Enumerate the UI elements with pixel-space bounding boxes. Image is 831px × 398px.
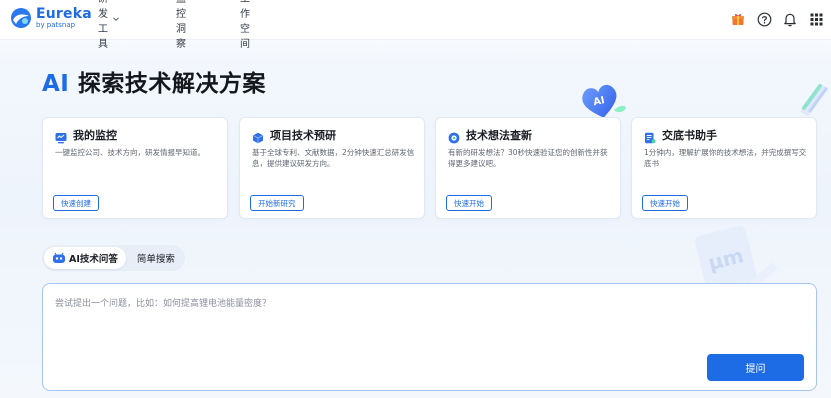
ai-heart-decoration: AI bbox=[578, 80, 628, 122]
chevron-down-icon bbox=[112, 15, 120, 26]
research-cube-icon bbox=[252, 129, 264, 144]
idea-check-icon bbox=[448, 129, 460, 144]
start-research-button[interactable]: 开始新研究 bbox=[250, 195, 304, 211]
tab-ai-qa[interactable]: AI技术问答 bbox=[44, 247, 126, 269]
card-monitor[interactable]: 我的监控 一键监控公司、技术方向，研发情报早知道。 快速创建 bbox=[42, 117, 228, 219]
nav-rd-tools-label: 研发工具 bbox=[98, 0, 108, 50]
page-title-rest: 探索技术解决方案 bbox=[77, 71, 266, 97]
bolt-decoration bbox=[790, 78, 831, 118]
page-title: AI 探索技术解决方案 bbox=[42, 64, 266, 98]
nav-monitoring-label: 监控洞察 bbox=[176, 0, 186, 50]
search-mode-tabs: AI技术问答 简单搜索 bbox=[42, 245, 185, 271]
micrometer-decoration: μm bbox=[690, 222, 780, 293]
ask-button[interactable]: 提问 bbox=[707, 354, 804, 381]
gift-icon[interactable] bbox=[729, 10, 747, 28]
card-monitor-desc: 一键监控公司、技术方向，研发情报早知道。 bbox=[55, 148, 205, 157]
robot-icon bbox=[52, 252, 66, 264]
top-header: Eureka by patsnap 研发工具 监控洞察 工作空间 bbox=[0, 0, 831, 50]
nav-workspace-label: 工作空间 bbox=[240, 0, 250, 50]
nav-workspace[interactable]: 工作空间 bbox=[240, 0, 250, 50]
card-idea-check-title: 技术想法查新 bbox=[466, 129, 532, 142]
card-research-desc: 基于全球专利、文献数据，2分钟快速汇总研发信息，提供建议研发方向。 bbox=[252, 148, 415, 168]
card-disclosure[interactable]: 交底书助手 1分钟内，理解扩展你的技术想法，并完成撰写交底书 快速开始 bbox=[631, 117, 817, 219]
help-icon[interactable] bbox=[755, 10, 773, 28]
nav-rd-tools[interactable]: 研发工具 bbox=[98, 0, 120, 50]
question-input[interactable] bbox=[55, 294, 695, 314]
card-research-title: 项目技术预研 bbox=[270, 129, 336, 142]
card-research[interactable]: 项目技术预研 基于全球专利、文献数据，2分钟快速汇总研发信息，提供建议研发方向。… bbox=[239, 117, 425, 219]
card-monitor-title: 我的监控 bbox=[73, 129, 117, 142]
tab-simple-search-label: 简单搜索 bbox=[136, 254, 175, 265]
nav-monitoring[interactable]: 监控洞察 bbox=[176, 0, 186, 50]
quick-create-button[interactable]: 快速创建 bbox=[53, 195, 99, 211]
tab-ai-qa-label: AI技术问答 bbox=[69, 254, 118, 265]
document-assist-icon bbox=[644, 129, 656, 144]
bell-icon[interactable] bbox=[781, 10, 799, 28]
brand-sub: by patsnap bbox=[36, 21, 76, 29]
tab-simple-search[interactable]: 简单搜索 bbox=[137, 247, 175, 269]
eureka-logo-icon bbox=[10, 7, 32, 29]
quick-start-disclosure-button[interactable]: 快速开始 bbox=[642, 195, 688, 211]
ai-badge-text: AI bbox=[592, 95, 606, 108]
brand-name: Eureka bbox=[36, 6, 92, 22]
question-box: 提问 bbox=[42, 283, 817, 391]
card-idea-check[interactable]: 技术想法查新 有新的研发想法？30秒快速验证您的创新性并获得更多建议吧。 快速开… bbox=[435, 117, 621, 219]
card-idea-check-desc: 有新的研发想法？30秒快速验证您的创新性并获得更多建议吧。 bbox=[448, 148, 608, 168]
page-title-accent: AI bbox=[42, 71, 70, 97]
apps-grid-icon[interactable] bbox=[807, 10, 825, 28]
monitor-icon bbox=[55, 129, 67, 144]
card-disclosure-desc: 1分钟内，理解扩展你的技术想法，并完成撰写交底书 bbox=[644, 148, 807, 168]
quick-start-idea-button[interactable]: 快速开始 bbox=[446, 195, 492, 211]
brand-logo[interactable]: Eureka by patsnap bbox=[10, 7, 92, 29]
card-disclosure-title: 交底书助手 bbox=[662, 129, 717, 142]
